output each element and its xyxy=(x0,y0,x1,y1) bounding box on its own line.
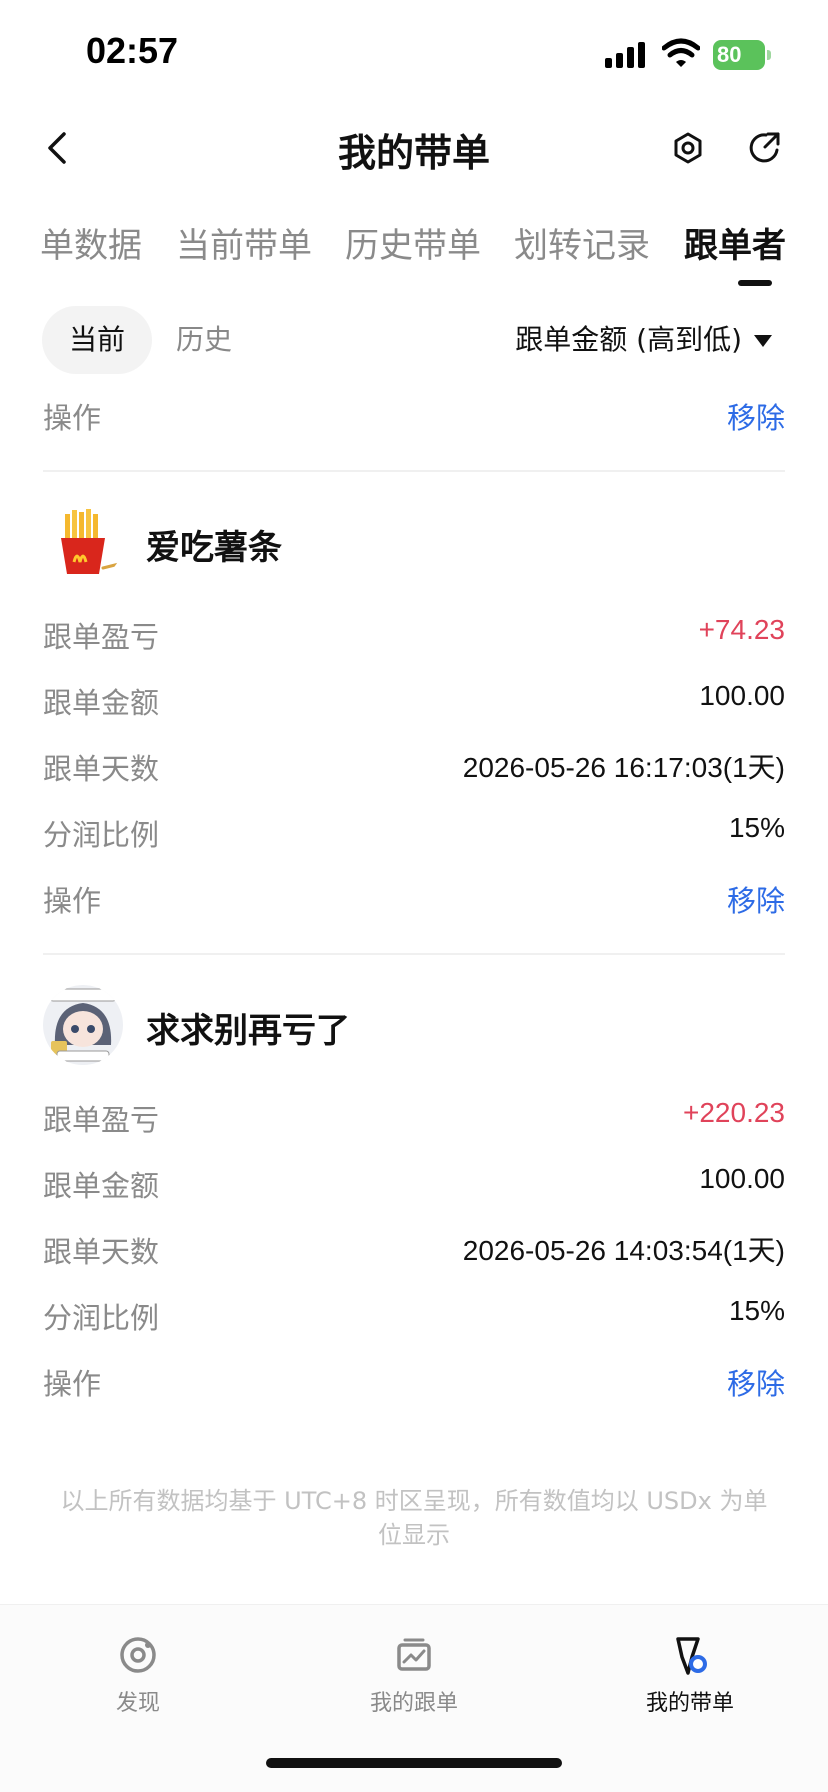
row-label: 跟单金额 xyxy=(43,686,160,720)
tab-active-indicator xyxy=(738,280,772,286)
sort-label: 跟单金额 (高到低) xyxy=(515,323,742,356)
days-value: 2026-05-26 16:17:03(1天) xyxy=(462,752,785,783)
row-label: 跟单金额 xyxy=(43,1169,160,1203)
battery-level: 80 xyxy=(717,42,742,67)
remove-button[interactable]: 移除 xyxy=(727,395,785,437)
days-row: 跟单天数 2026-05-26 14:03:54(1天) xyxy=(43,1229,785,1273)
dropdown-arrow-icon xyxy=(754,335,772,347)
french-fries-avatar-icon xyxy=(43,502,123,582)
follower-card-header: 爱吃薯条 xyxy=(43,502,785,588)
days-row: 跟单天数 2026-05-26 16:17:03(1天) xyxy=(43,746,785,790)
nav-my-follows[interactable]: 我的跟单 xyxy=(334,1633,494,1717)
days-value: 2026-05-26 14:03:54(1天) xyxy=(462,1235,785,1266)
action-row: 操作 移除 xyxy=(43,395,785,439)
action-row: 操作 移除 xyxy=(43,1361,785,1405)
profit-share-value: 15% xyxy=(728,1295,785,1326)
nav-label: 我的跟单 xyxy=(369,1691,458,1716)
status-bar: 02:57 80 xyxy=(0,0,828,100)
row-label: 跟单盈亏 xyxy=(43,1103,160,1137)
chart-icon xyxy=(397,1638,431,1671)
nav-label: 发现 xyxy=(115,1691,160,1716)
share-icon[interactable] xyxy=(744,124,784,172)
header: 我的带单 xyxy=(0,100,828,196)
tab-current-lead[interactable]: 当前带单 xyxy=(176,218,312,267)
row-label: 跟单盈亏 xyxy=(43,620,160,654)
anime-girl-avatar-icon xyxy=(43,985,123,1065)
lead-trade-icon xyxy=(676,1637,707,1675)
amount-row: 跟单金额 100.00 xyxy=(43,1163,785,1207)
sort-dropdown[interactable]: 跟单金额 (高到低) xyxy=(515,306,772,374)
profit-share-row: 分润比例 15% xyxy=(43,1295,785,1339)
battery-icon: 80 xyxy=(713,40,771,70)
amount-value: 100.00 xyxy=(699,680,785,711)
nav-my-leads[interactable]: 我的带单 xyxy=(610,1633,770,1717)
status-time: 02:57 xyxy=(86,30,179,71)
pnl-value: +74.23 xyxy=(698,614,785,645)
home-indicator xyxy=(266,1758,562,1768)
row-label: 操作 xyxy=(43,884,102,918)
action-row: 操作 移除 xyxy=(43,878,785,922)
divider xyxy=(43,470,785,472)
pnl-value: +220.23 xyxy=(683,1097,785,1128)
follower-name: 求求别再亏了 xyxy=(146,1011,350,1051)
pnl-row: 跟单盈亏 +74.23 xyxy=(43,614,785,658)
filter-bar: 当前 历史 跟单金额 (高到低) xyxy=(0,300,828,380)
wifi-icon xyxy=(662,38,700,67)
row-label: 分润比例 xyxy=(43,818,160,852)
discover-icon xyxy=(120,1637,156,1673)
amount-row: 跟单金额 100.00 xyxy=(43,680,785,724)
page: 02:57 80 我的带单 单数据 当前带单 历史带单 划转记录 跟单者 当前 … xyxy=(0,0,828,1792)
divider xyxy=(43,953,785,955)
row-label: 跟单天数 xyxy=(43,1235,160,1269)
tab-transfer-records[interactable]: 划转记录 xyxy=(514,218,650,267)
profit-share-row: 分润比例 15% xyxy=(43,812,785,856)
amount-value: 100.00 xyxy=(699,1163,785,1194)
follower-name: 爱吃薯条 xyxy=(146,528,282,568)
subtab-history[interactable]: 历史 xyxy=(176,306,232,374)
row-label: 操作 xyxy=(43,401,102,435)
follower-card-header: 求求别再亏了 xyxy=(43,985,785,1071)
pnl-row: 跟单盈亏 +220.23 xyxy=(43,1097,785,1141)
remove-button[interactable]: 移除 xyxy=(727,878,785,920)
nav-discover[interactable]: 发现 xyxy=(58,1633,218,1717)
profit-share-value: 15% xyxy=(728,812,785,843)
tab-data[interactable]: 单数据 xyxy=(40,218,142,267)
cellular-signal-icon xyxy=(605,42,645,68)
row-label: 操作 xyxy=(43,1367,102,1401)
tab-bar: 单数据 当前带单 历史带单 划转记录 跟单者 xyxy=(0,210,828,290)
row-label: 分润比例 xyxy=(43,1301,160,1335)
timezone-footnote: 以上所有数据均基于 UTC+8 时区呈现，所有数值均以 USDx 为单位显示 xyxy=(60,1487,768,1549)
row-label: 跟单天数 xyxy=(43,752,160,786)
nav-label: 我的带单 xyxy=(645,1691,734,1716)
tab-history-lead[interactable]: 历史带单 xyxy=(345,218,481,267)
remove-button[interactable]: 移除 xyxy=(727,1361,785,1403)
settings-hexagon-icon[interactable] xyxy=(668,124,708,172)
tab-followers[interactable]: 跟单者 xyxy=(684,218,786,267)
subtab-current[interactable]: 当前 xyxy=(42,306,152,374)
